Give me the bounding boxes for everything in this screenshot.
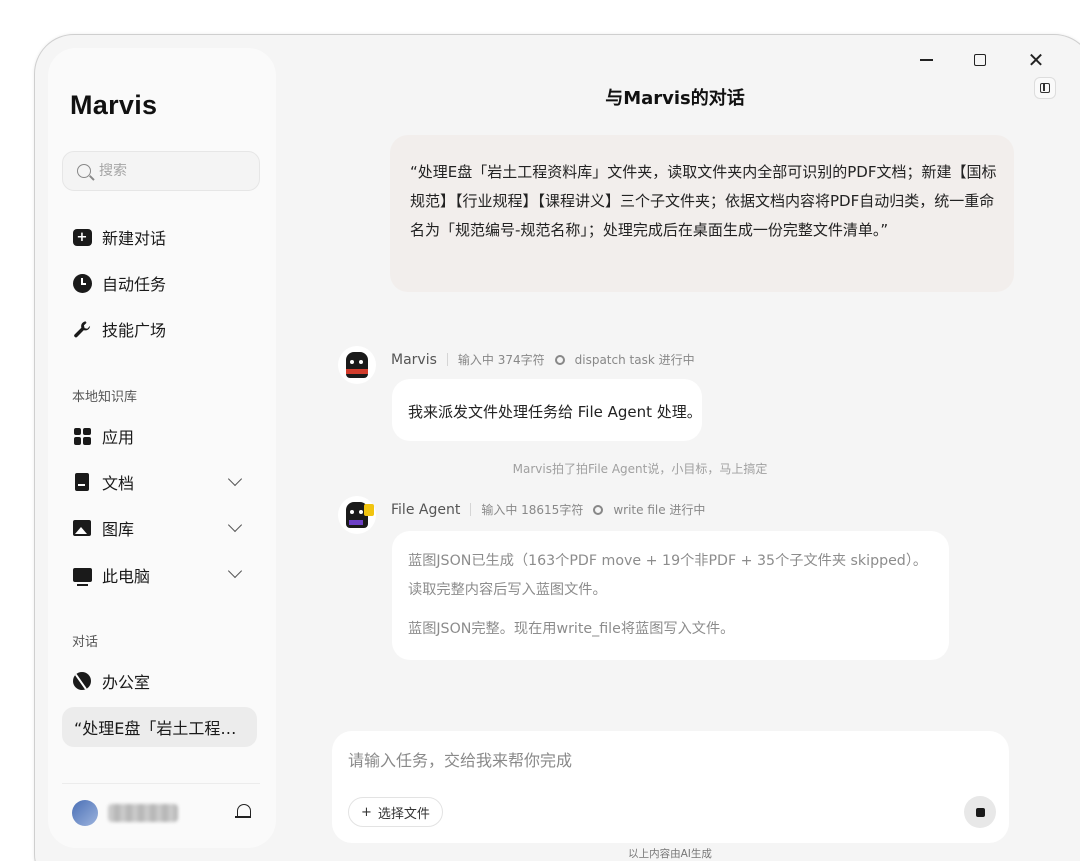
search-input[interactable]: [99, 163, 239, 179]
user-message-bubble: “处理E盘「岩土工程资料库」文件夹，读取文件夹内全部可识别的PDF文档；新建【国…: [390, 135, 1014, 292]
search-icon: [77, 164, 91, 178]
user-message-text: “处理E盘「岩土工程资料库」文件夹，读取文件夹内全部可识别的PDF文档；新建【国…: [410, 163, 997, 239]
meta-divider: [446, 353, 448, 366]
input-status: 输入中 374字符: [457, 353, 545, 367]
sidebar-item-skills[interactable]: 技能广场: [72, 314, 166, 344]
office-icon: [72, 671, 92, 691]
conversations-section-label: 对话: [72, 635, 99, 650]
stop-button[interactable]: [964, 796, 996, 828]
new-chat-icon: +: [72, 227, 92, 247]
monitor-icon: [72, 565, 92, 586]
image-icon: [72, 518, 92, 538]
sender-name: Marvis: [391, 351, 437, 368]
pick-files-button[interactable]: + 选择文件: [348, 797, 443, 827]
agent-message-text: 蓝图JSON完整。现在用write_file将蓝图写入文件。: [408, 621, 735, 637]
ai-disclaimer: 以上内容由AI生成: [628, 848, 712, 860]
agent-message-text: 蓝图JSON已生成（163个PDF move + 19个非PDF + 35个子文…: [408, 553, 928, 598]
sidebar-item-label: 自动任务: [102, 275, 167, 294]
gear-icon: [593, 504, 604, 515]
sidebar-item-label: 技能广场: [102, 321, 167, 340]
avatar[interactable]: [72, 800, 98, 826]
clock-icon: [72, 273, 92, 293]
sidebar-item-label: 图库: [102, 520, 135, 539]
nudge-note: Marvis拍了拍File Agent说，小目标，马上搞定: [512, 462, 768, 476]
sidebar-item-documents[interactable]: 文档: [72, 467, 134, 497]
sidebar-item-label: 文档: [102, 474, 135, 493]
conversation-item-office[interactable]: 办公室: [72, 666, 150, 696]
sidebar-item-this-pc[interactable]: 此电脑: [72, 560, 150, 590]
composer: + 选择文件: [332, 731, 1009, 843]
sidebar-panel-icon: [1040, 83, 1050, 93]
task-status: dispatch task 进行中: [574, 353, 695, 367]
minimize-button[interactable]: [912, 46, 940, 74]
input-status: 输入中 18615字符: [481, 503, 584, 517]
apps-grid-icon: [72, 426, 92, 446]
file-agent-avatar: [338, 496, 376, 534]
conversation-label: 办公室: [102, 673, 151, 692]
marvis-avatar: [338, 346, 376, 384]
search-box[interactable]: [62, 151, 260, 191]
conversation-item-active[interactable]: “处理E盘「岩土工程…: [62, 707, 257, 747]
bell-icon[interactable]: [235, 803, 251, 821]
knowledge-section-label: 本地知识库: [72, 390, 138, 405]
meta-divider: [470, 503, 472, 516]
sidebar-divider: [62, 783, 260, 784]
message-meta: Marvis 输入中 374字符 dispatch task 进行中: [391, 351, 695, 368]
task-input[interactable]: [348, 751, 948, 770]
app-brand: Marvis: [70, 90, 158, 120]
sidebar-item-apps[interactable]: 应用: [72, 421, 134, 451]
minimize-icon: [919, 59, 933, 61]
panel-toggle-button[interactable]: [1034, 77, 1056, 99]
pick-files-label: 选择文件: [377, 806, 430, 822]
stop-icon: [975, 807, 985, 817]
conversation-label: “处理E盘「岩土工程…: [74, 719, 237, 738]
wrench-icon: [72, 319, 92, 339]
username-blurred: [108, 804, 178, 822]
page-title: 与Marvis的对话: [605, 88, 745, 109]
maximize-icon: [974, 54, 986, 66]
sidebar-item-gallery[interactable]: 图库: [72, 513, 134, 543]
plus-icon: +: [361, 804, 372, 820]
gear-icon: [554, 354, 565, 365]
sidebar-item-label: 此电脑: [102, 567, 151, 586]
assistant-message-text: 我来派发文件处理任务给 File Agent 处理。: [408, 403, 702, 421]
sidebar-item-auto-tasks[interactable]: 自动任务: [72, 268, 166, 298]
sidebar-item-label: 应用: [102, 428, 135, 447]
close-button[interactable]: ✕: [1022, 46, 1050, 74]
assistant-message-bubble: 我来派发文件处理任务给 File Agent 处理。: [392, 379, 702, 441]
document-icon: [72, 472, 92, 492]
sidebar-item-label: 新建对话: [102, 229, 167, 248]
sender-name: File Agent: [391, 501, 461, 518]
maximize-button[interactable]: [966, 46, 994, 74]
sidebar-item-new-chat[interactable]: + 新建对话: [72, 222, 166, 252]
agent-message-bubble: 蓝图JSON已生成（163个PDF move + 19个非PDF + 35个子文…: [392, 531, 949, 660]
task-status: write file 进行中: [613, 503, 706, 517]
message-meta: File Agent 输入中 18615字符 write file 进行中: [391, 501, 705, 518]
